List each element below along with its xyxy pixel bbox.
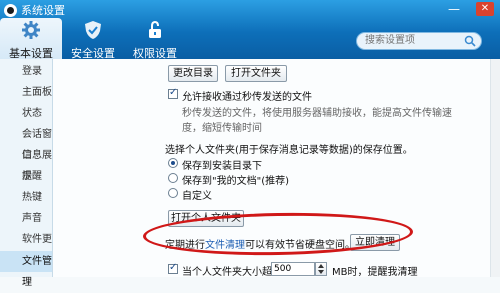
- cleanup-text-after: 可以有效节省硬盘空间。: [245, 240, 355, 251]
- search-input[interactable]: [365, 34, 461, 47]
- save-to-my-documents-label: 保存到"我的文档"(推荐): [182, 176, 290, 187]
- sidebar-item-login[interactable]: 登录: [0, 61, 52, 82]
- close-button[interactable]: ✕: [476, 2, 494, 16]
- tab-permission-settings[interactable]: 权限设置: [124, 18, 186, 60]
- cleanup-hint: 定期进行文件清理可以有效节省硬盘空间。: [165, 236, 355, 251]
- save-custom-radio[interactable]: [168, 188, 178, 198]
- save-to-install-dir-radio[interactable]: [168, 158, 178, 168]
- allow-instant-transfer-label: 允许接收通过秒传发送的文件: [182, 92, 312, 103]
- save-location-prompt: 选择个人文件夹(用于保存消息记录等数据)的保存位置。: [165, 145, 413, 156]
- allow-instant-transfer-checkbox[interactable]: [168, 87, 178, 99]
- search-box: [356, 32, 482, 50]
- sidebar-item-chat-window[interactable]: 会话窗口: [0, 124, 52, 161]
- shield-icon: [85, 21, 101, 39]
- save-to-my-documents-radio[interactable]: [168, 173, 178, 183]
- qq-penguin-icon: [4, 3, 17, 17]
- window-title: 系统设置: [21, 4, 65, 17]
- clean-now-button[interactable]: 立即清理: [350, 234, 400, 251]
- size-limit-input[interactable]: [271, 262, 315, 276]
- sidebar-item-info-display[interactable]: 信息展示: [0, 145, 52, 182]
- save-to-install-dir-label: 保存到安装目录下: [182, 161, 262, 172]
- sidebar-item-main-panel[interactable]: 主面板: [0, 82, 52, 103]
- size-limit-checkbox[interactable]: [168, 262, 178, 274]
- sidebar-item-sound[interactable]: 声音: [0, 208, 52, 229]
- sidebar: 登录 主面板 状态 会话窗口 信息展示 提醒 热键 声音 软件更新 文件管理: [0, 59, 53, 288]
- change-directory-button[interactable]: 更改目录: [168, 65, 218, 82]
- sidebar-item-file-management[interactable]: 文件管理: [0, 251, 52, 288]
- file-management-panel: 更改目录 打开文件夹 允许接收通过秒传发送的文件 秒传发送的文件，将使用服务器辅…: [53, 59, 500, 278]
- gear-icon: [22, 21, 40, 39]
- sidebar-item-hotkeys[interactable]: 热键: [0, 187, 52, 208]
- cleanup-text-before: 定期进行: [165, 240, 205, 251]
- open-personal-folder-button[interactable]: 打开个人文件夹: [168, 210, 244, 227]
- open-folder-button[interactable]: 打开文件夹: [225, 65, 287, 82]
- tab-basic-settings[interactable]: 基本设置: [0, 18, 62, 60]
- instant-transfer-description-line1: 秒传发送的文件，将使用服务器辅助接收，能提高文件传输速: [182, 108, 452, 119]
- size-limit-label-after: MB时，提醒我清理: [332, 267, 418, 278]
- sidebar-item-status[interactable]: 状态: [0, 103, 52, 124]
- top-tabs: 基本设置 安全设置 权限设置: [0, 18, 186, 60]
- lock-icon: [149, 20, 161, 38]
- search-icon[interactable]: [464, 35, 476, 47]
- sidebar-item-software-update[interactable]: 软件更新: [0, 229, 52, 266]
- sidebar-item-reminder[interactable]: 提醒: [0, 166, 52, 187]
- instant-transfer-description-line2: 度，缩短传输时间: [182, 123, 262, 134]
- size-limit-label-before: 当个人文件夹大小超过: [182, 267, 282, 278]
- save-custom-label: 自定义: [182, 191, 212, 202]
- minimize-button[interactable]: —: [447, 2, 461, 16]
- size-limit-spinner[interactable]: [315, 262, 327, 276]
- scrollbar[interactable]: [490, 59, 500, 277]
- file-cleanup-link[interactable]: 文件清理: [205, 240, 245, 251]
- window-header: 系统设置 — ✕ 基本设置 安全设置 权限设置 搜索设置项: [0, 0, 500, 60]
- tab-security-settings[interactable]: 安全设置: [62, 18, 124, 60]
- title-bar: 系统设置: [4, 2, 65, 18]
